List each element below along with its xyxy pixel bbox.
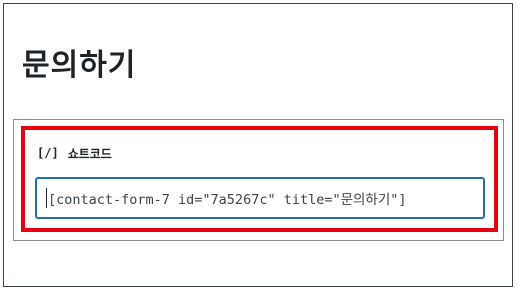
page-title: 문의하기 [22, 48, 137, 83]
shortcode-input[interactable]: [contact-form-7 id="7a5267c" title="문의하기… [35, 177, 485, 219]
shortcode-block-label: 쇼트코드 [67, 146, 112, 161]
shortcode-value[interactable]: [contact-form-7 id="7a5267c" title="문의하기… [48, 188, 407, 208]
shortcode-block-header: [/] 쇼트코드 [37, 144, 112, 162]
text-caret [46, 188, 47, 208]
shortcode-icon: [/] [37, 146, 59, 160]
